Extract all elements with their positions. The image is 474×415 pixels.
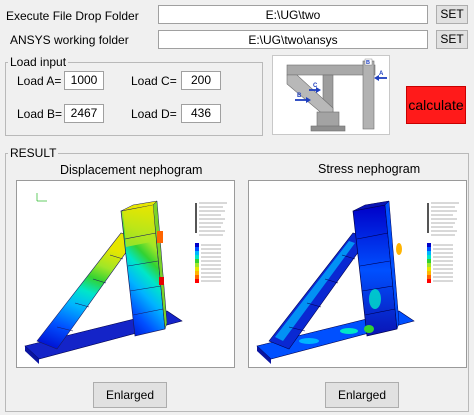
displacement-nephogram	[16, 180, 235, 368]
load-c-label: Load C=	[131, 74, 177, 88]
diagram-label-b: B	[297, 93, 302, 99]
displacement-enlarge-button[interactable]: Enlarged	[93, 382, 167, 408]
structure-diagram-image: B A B C	[273, 56, 389, 134]
stress-nephogram	[248, 180, 467, 368]
calculate-button[interactable]: calculate	[406, 86, 466, 124]
displacement-legend	[195, 202, 227, 283]
load-a-input[interactable]: 1000	[64, 71, 104, 90]
load-b-label: Load B=	[17, 107, 63, 121]
load-c-input[interactable]: 200	[181, 71, 221, 90]
diagram-label-a: A	[379, 71, 384, 77]
stress-nephogram-image	[256, 200, 459, 364]
drop-folder-field[interactable]: E:\UG\two	[158, 5, 428, 24]
stress-title: Stress nephogram	[318, 162, 421, 176]
structure-diagram: B A B C	[272, 55, 390, 135]
ansys-folder-set-button[interactable]: SET	[436, 30, 468, 49]
load-d-input[interactable]: 436	[181, 104, 221, 123]
load-input-title: Load input	[8, 55, 69, 69]
drop-folder-label: Execute File Drop Folder	[6, 9, 139, 23]
load-d-label: Load D=	[131, 107, 177, 121]
ansys-folder-label: ANSYS working folder	[10, 33, 129, 47]
load-b-input[interactable]: 2467	[64, 104, 104, 123]
displacement-title: Displacement nephogram	[60, 163, 203, 177]
drop-folder-set-button[interactable]: SET	[436, 5, 468, 24]
diagram-label-c: C	[313, 83, 318, 89]
result-title: RESULT	[8, 146, 59, 160]
load-a-label: Load A=	[17, 74, 62, 88]
stress-legend	[427, 202, 459, 283]
ansys-folder-field[interactable]: E:\UG\two\ansys	[158, 30, 428, 49]
stress-enlarge-button[interactable]: Enlarged	[325, 382, 399, 408]
diagram-label-b-top: B	[366, 60, 370, 66]
displacement-nephogram-image	[24, 193, 227, 364]
